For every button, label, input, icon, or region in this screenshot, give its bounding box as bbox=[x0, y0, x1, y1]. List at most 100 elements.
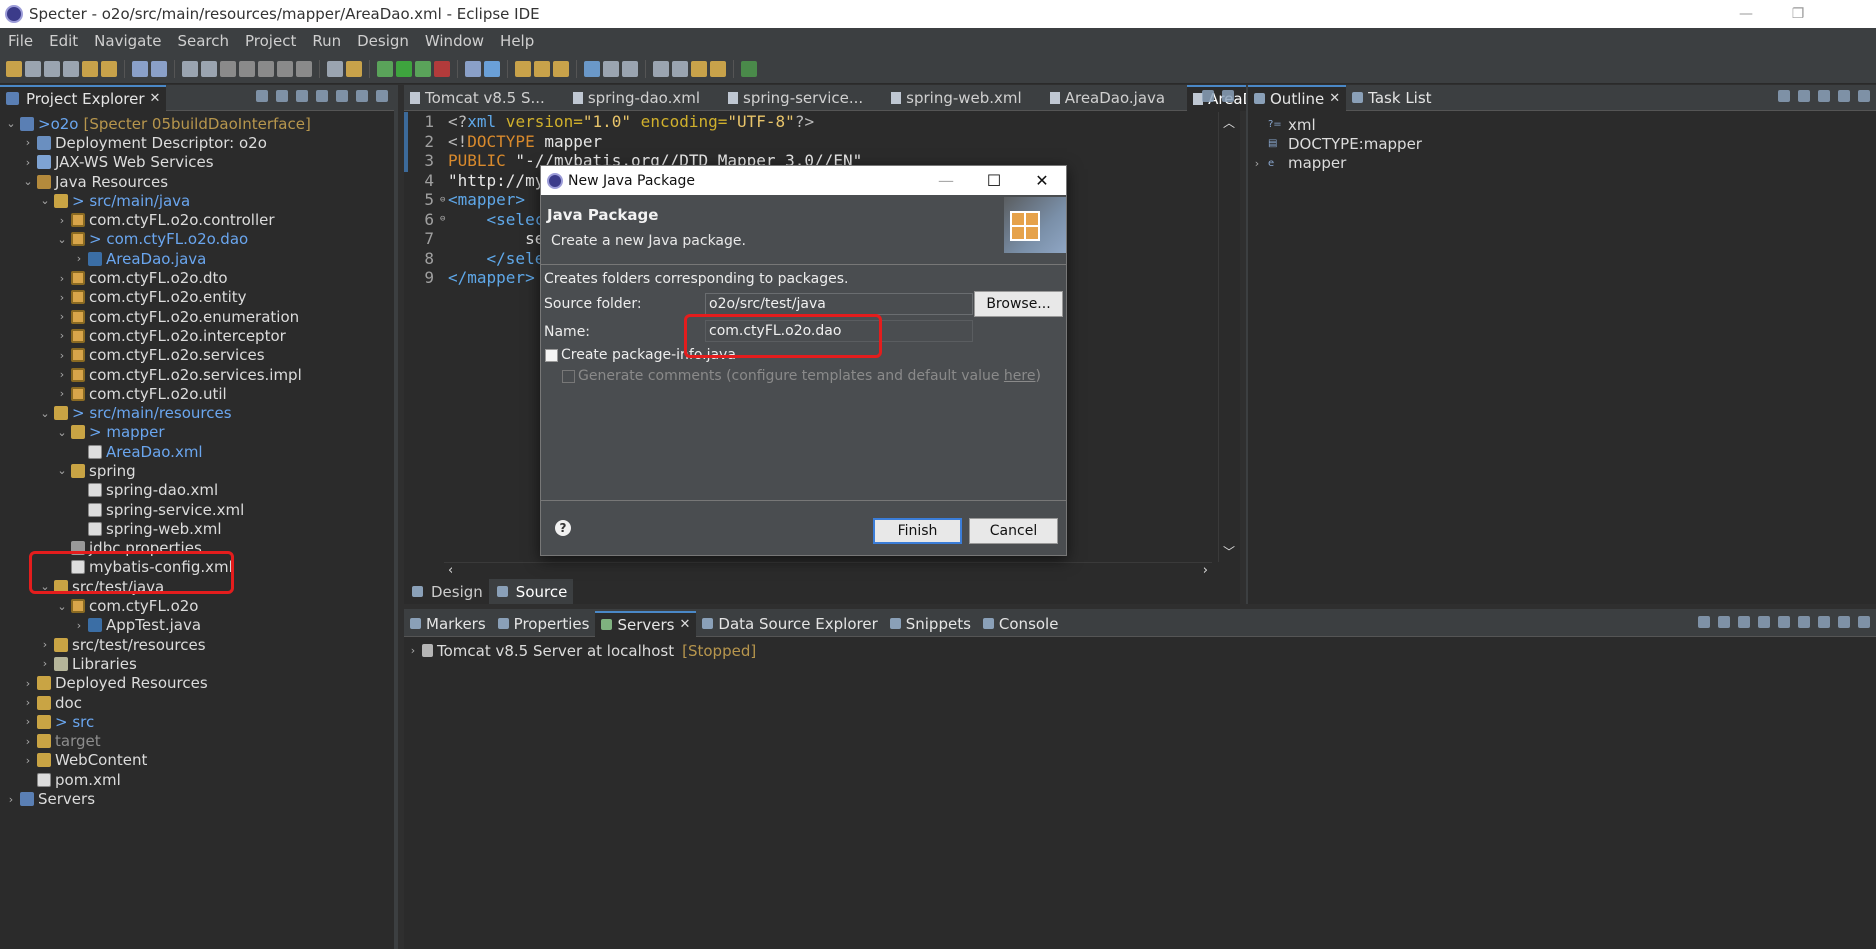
collapse-all-icon[interactable] bbox=[1798, 90, 1810, 102]
source-folder-input[interactable] bbox=[705, 293, 973, 315]
chevron-right-icon[interactable]: › bbox=[55, 310, 69, 323]
debug-icon[interactable] bbox=[1718, 616, 1730, 628]
chevron-right-icon[interactable]: › bbox=[21, 696, 35, 709]
finish-button[interactable]: Finish bbox=[873, 518, 962, 544]
dialog-close-button[interactable]: ✕ bbox=[1018, 166, 1066, 195]
tab-task-list[interactable]: Task List bbox=[1346, 85, 1437, 111]
code-line[interactable]: 1 <? xml version= "1.0" encoding= "UTF-8" ?> bbox=[404, 112, 1212, 132]
editor-tab[interactable]: spring-dao.xml bbox=[567, 85, 708, 111]
menu-window[interactable]: Window bbox=[417, 32, 492, 50]
view-menu-icon[interactable] bbox=[336, 90, 348, 102]
editor-tab[interactable]: Tomcat v8.5 S... bbox=[404, 85, 553, 111]
toolbar-button-icon[interactable] bbox=[327, 60, 343, 77]
tree-item[interactable]: › target bbox=[0, 732, 394, 751]
link-editor-icon[interactable] bbox=[276, 90, 288, 102]
chevron-right-icon[interactable]: › bbox=[55, 214, 69, 227]
toolbar-button-icon[interactable] bbox=[132, 60, 148, 77]
view-menu-icon[interactable] bbox=[1818, 90, 1830, 102]
toolbar-button-icon[interactable] bbox=[622, 60, 638, 77]
minimize-view-icon[interactable] bbox=[1838, 616, 1850, 628]
close-icon[interactable]: ✕ bbox=[1329, 91, 1340, 106]
tree-item[interactable]: ⌄ > src/main/resources bbox=[0, 403, 394, 422]
chevron-right-icon[interactable]: › bbox=[55, 368, 69, 381]
maximize-button[interactable]: ❐ bbox=[1772, 0, 1824, 28]
toolbar-button-icon[interactable] bbox=[182, 60, 198, 77]
toolbar-button-icon[interactable] bbox=[258, 60, 274, 77]
chevron-down-icon[interactable]: ⌄ bbox=[21, 175, 35, 188]
chevron-down-icon[interactable]: ⌄ bbox=[38, 194, 52, 207]
tree-item[interactable]: › com.ctyFL.o2o.dto bbox=[0, 268, 394, 287]
profile-icon[interactable] bbox=[1758, 616, 1770, 628]
toolbar-button-icon[interactable] bbox=[515, 60, 531, 77]
toolbar-button-icon[interactable] bbox=[534, 60, 550, 77]
tab-console[interactable]: Console bbox=[977, 611, 1065, 637]
tab-data-source-explorer[interactable]: Data Source Explorer bbox=[696, 611, 883, 637]
tree-item[interactable]: › com.ctyFL.o2o.interceptor bbox=[0, 326, 394, 345]
toolbar-button-icon[interactable] bbox=[63, 60, 79, 77]
scroll-down-icon[interactable]: ﹀ bbox=[1223, 543, 1235, 560]
chevron-right-icon[interactable]: › bbox=[55, 329, 69, 342]
tab-servers[interactable]: Servers ✕ bbox=[595, 610, 697, 637]
tree-item[interactable]: › AppTest.java bbox=[0, 616, 394, 635]
tab-snippets[interactable]: Snippets bbox=[884, 611, 977, 637]
toolbar-button-icon[interactable] bbox=[277, 60, 293, 77]
chevron-right-icon[interactable]: › bbox=[21, 677, 35, 690]
outline-item[interactable]: ▤ DOCTYPE:mapper bbox=[1248, 134, 1876, 153]
chevron-right-icon[interactable]: › bbox=[72, 619, 86, 632]
chevron-right-icon[interactable]: › bbox=[21, 136, 35, 149]
chevron-right-icon[interactable]: › bbox=[1250, 157, 1264, 170]
chevron-right-icon[interactable]: › bbox=[38, 657, 52, 670]
browse-button[interactable]: Browse... bbox=[974, 291, 1063, 317]
toolbar-button-icon[interactable] bbox=[25, 60, 41, 77]
menu-help[interactable]: Help bbox=[492, 32, 542, 50]
minimize-view-icon[interactable] bbox=[1202, 90, 1214, 102]
toolbar-button-icon[interactable] bbox=[434, 60, 450, 77]
chevron-right-icon[interactable]: › bbox=[55, 272, 69, 285]
fold-marker-icon[interactable]: ⊖ bbox=[440, 214, 448, 224]
server-row[interactable]: › Tomcat v8.5 Server at localhost [Stopped… bbox=[404, 641, 1876, 660]
start-icon[interactable] bbox=[1738, 616, 1750, 628]
maximize-view-icon[interactable] bbox=[1858, 90, 1870, 102]
chevron-right-icon[interactable]: › bbox=[4, 793, 18, 806]
maximize-view-icon[interactable] bbox=[376, 90, 388, 102]
toolbar-button-icon[interactable] bbox=[82, 60, 98, 77]
tree-item[interactable]: › > src bbox=[0, 712, 394, 731]
collapse-all-icon[interactable] bbox=[256, 90, 268, 102]
tree-item[interactable]: › com.ctyFL.o2o.entity bbox=[0, 288, 394, 307]
create-package-info-checkbox[interactable] bbox=[545, 349, 558, 362]
tree-item[interactable]: › doc bbox=[0, 693, 394, 712]
dialog-maximize-button[interactable]: ☐ bbox=[970, 166, 1018, 195]
maximize-view-icon[interactable] bbox=[1222, 90, 1234, 102]
toolbar-button-icon[interactable] bbox=[484, 60, 500, 77]
toolbar-button-icon[interactable] bbox=[220, 60, 236, 77]
tree-item[interactable]: AreaDao.xml bbox=[0, 442, 394, 461]
menu-project[interactable]: Project bbox=[237, 32, 304, 50]
menu-file[interactable]: File bbox=[0, 32, 41, 50]
toolbar-button-icon[interactable] bbox=[6, 60, 22, 77]
close-icon[interactable]: ✕ bbox=[680, 617, 691, 632]
menu-edit[interactable]: Edit bbox=[41, 32, 86, 50]
chevron-right-icon[interactable]: › bbox=[72, 252, 86, 265]
menu-design[interactable]: Design bbox=[349, 32, 417, 50]
toolbar-button-icon[interactable] bbox=[603, 60, 619, 77]
toolbar-button-icon[interactable] bbox=[396, 60, 412, 77]
menu-run[interactable]: Run bbox=[304, 32, 349, 50]
toolbar-button-icon[interactable] bbox=[101, 60, 117, 77]
chevron-right-icon[interactable]: › bbox=[21, 715, 35, 728]
toolbar-button-icon[interactable] bbox=[151, 60, 167, 77]
tab-outline[interactable]: Outline ✕ bbox=[1248, 84, 1347, 111]
tab-markers[interactable]: Markers bbox=[404, 611, 492, 637]
tab-source[interactable]: Source bbox=[488, 579, 574, 604]
tree-item[interactable]: › Servers bbox=[0, 789, 394, 808]
menu-navigate[interactable]: Navigate bbox=[86, 32, 169, 50]
stop-icon[interactable] bbox=[1778, 616, 1790, 628]
tree-item[interactable]: › com.ctyFL.o2o.enumeration bbox=[0, 307, 394, 326]
tree-item[interactable]: spring-service.xml bbox=[0, 500, 394, 519]
tree-item[interactable]: › Deployment Descriptor: o2o bbox=[0, 133, 394, 152]
editor-tab[interactable]: spring-web.xml bbox=[885, 85, 1030, 111]
tree-item[interactable]: › com.ctyFL.o2o.util bbox=[0, 384, 394, 403]
editor-tab[interactable]: spring-service... bbox=[722, 85, 871, 111]
focus-icon[interactable] bbox=[316, 90, 328, 102]
view-menu-icon[interactable] bbox=[1818, 616, 1830, 628]
chevron-right-icon[interactable]: › bbox=[55, 349, 69, 362]
